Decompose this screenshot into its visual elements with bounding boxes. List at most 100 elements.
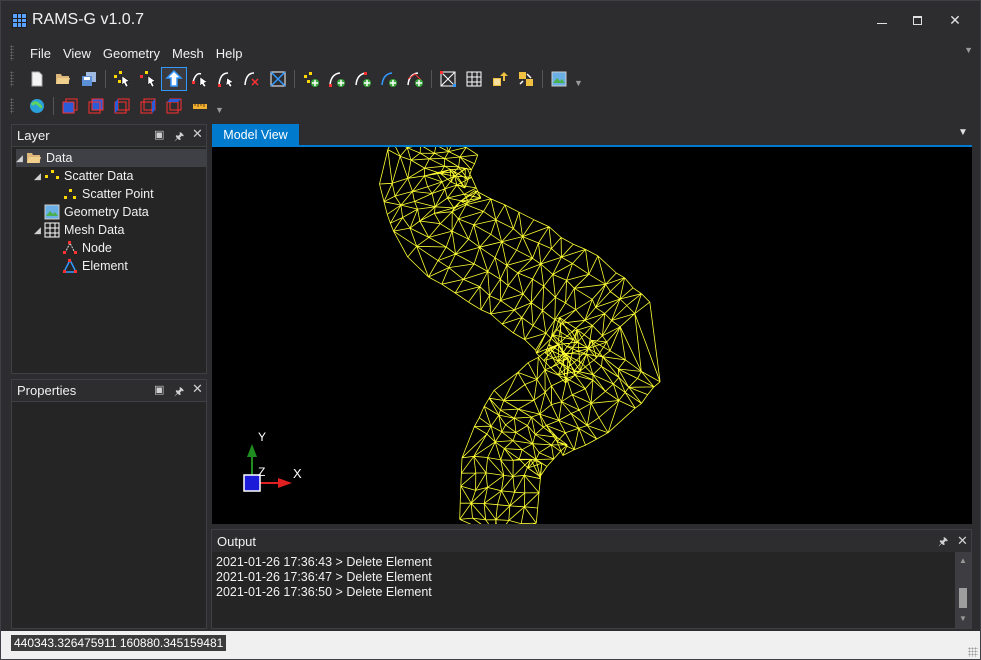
create-arc-b-button[interactable] bbox=[350, 67, 376, 91]
scroll-down-icon[interactable]: ▼ bbox=[955, 612, 971, 626]
tree-item-label: Geometry Data bbox=[64, 205, 149, 219]
log-line: 2021-01-26 17:36:47 > Delete Element bbox=[216, 570, 432, 584]
create-arc-d-button[interactable] bbox=[402, 67, 428, 91]
select-node-button[interactable] bbox=[187, 67, 213, 91]
panel-close-icon[interactable]: ✕ bbox=[192, 381, 203, 397]
toolbar-grip[interactable] bbox=[10, 71, 14, 87]
menu-help[interactable]: Help bbox=[210, 46, 249, 61]
tree-item-element[interactable]: Element bbox=[62, 257, 128, 275]
pin-icon[interactable]: 🖈 bbox=[174, 128, 184, 147]
import-button[interactable] bbox=[487, 67, 513, 91]
output-scrollbar[interactable]: ▲ ▼ bbox=[955, 552, 971, 628]
mesh-canvas[interactable]: Y Z X bbox=[212, 147, 972, 524]
mesh-grid-button[interactable] bbox=[461, 67, 487, 91]
tab-model-view[interactable]: Model View bbox=[212, 124, 299, 146]
properties-panel-title: Properties bbox=[17, 383, 77, 398]
pin-icon[interactable]: 🖈 bbox=[938, 533, 948, 552]
toolbar2-grip[interactable] bbox=[10, 98, 14, 114]
tree-item-data[interactable]: ◢ Data bbox=[16, 149, 206, 167]
axis-label-z: Z bbox=[258, 465, 265, 479]
view-back-button[interactable] bbox=[83, 94, 109, 118]
deselect-point-icon bbox=[140, 71, 156, 88]
title-bar: RAMS-G v1.0.7 ✕ bbox=[1, 1, 980, 39]
view-left-button[interactable] bbox=[109, 94, 135, 118]
tree-item-scatter-point[interactable]: Scatter Point bbox=[62, 185, 154, 203]
deselect-point-button[interactable] bbox=[135, 67, 161, 91]
geometry-image-button[interactable] bbox=[546, 67, 572, 91]
export-icon bbox=[519, 72, 533, 86]
view-top-button[interactable] bbox=[161, 94, 187, 118]
geometry-data-icon bbox=[44, 204, 60, 220]
select-arc-x-button[interactable] bbox=[239, 67, 265, 91]
menu-overflow-icon[interactable]: ▼ bbox=[964, 45, 973, 55]
ruler-icon bbox=[193, 104, 207, 109]
tree-item-label: Mesh Data bbox=[64, 223, 125, 237]
open-file-button[interactable] bbox=[50, 67, 76, 91]
save-button[interactable] bbox=[76, 67, 102, 91]
view-right-button[interactable] bbox=[135, 94, 161, 118]
create-point-button[interactable] bbox=[298, 67, 324, 91]
menu-file[interactable]: File bbox=[24, 46, 57, 61]
mesh-points-button[interactable] bbox=[435, 67, 461, 91]
log-line: 2021-01-26 17:36:43 > Delete Element bbox=[216, 555, 432, 569]
expand-arrow-icon[interactable]: ◢ bbox=[16, 153, 26, 164]
select-point-icon bbox=[114, 71, 130, 88]
minimize-icon bbox=[877, 22, 887, 24]
ruler-button[interactable] bbox=[187, 94, 213, 118]
menu-mesh[interactable]: Mesh bbox=[166, 46, 210, 61]
output-panel-title: Output bbox=[217, 533, 257, 549]
layer-panel: Layer ▣ 🖈 ✕ ◢ Data ◢ Scatter Data Scatte… bbox=[11, 124, 207, 374]
menu-grip[interactable] bbox=[10, 45, 14, 61]
toolbar-overflow-icon[interactable]: ▼ bbox=[574, 78, 583, 88]
expand-arrow-icon[interactable]: ◢ bbox=[34, 225, 44, 236]
tree-item-node[interactable]: Node bbox=[62, 239, 112, 257]
layer-panel-header: Layer ▣ 🖈 ✕ bbox=[12, 125, 206, 146]
scroll-up-icon[interactable]: ▲ bbox=[955, 554, 971, 568]
app-title: RAMS-G v1.0.7 bbox=[32, 11, 145, 28]
properties-body bbox=[12, 401, 206, 628]
globe-button[interactable] bbox=[24, 94, 50, 118]
geometry-image-icon bbox=[551, 71, 567, 87]
scatter-data-icon bbox=[44, 168, 60, 184]
float-icon[interactable]: ▣ bbox=[154, 383, 164, 396]
select-arc-button[interactable] bbox=[213, 67, 239, 91]
properties-panel-header: Properties ▣ 🖈 ✕ bbox=[12, 380, 206, 401]
mesh-data-icon bbox=[44, 222, 60, 238]
select-mesh-icon bbox=[270, 71, 286, 87]
tree-item-label: Node bbox=[82, 241, 112, 255]
minimize-button[interactable] bbox=[865, 5, 899, 35]
maximize-button[interactable] bbox=[900, 5, 934, 35]
panel-close-icon[interactable]: ✕ bbox=[192, 126, 203, 142]
menu-view[interactable]: View bbox=[57, 46, 97, 61]
create-arc-c-button[interactable] bbox=[376, 67, 402, 91]
select-mesh-button[interactable] bbox=[265, 67, 291, 91]
panel-close-icon[interactable]: ✕ bbox=[957, 533, 968, 549]
log-line: 2021-01-26 17:36:50 > Delete Element bbox=[216, 585, 432, 599]
view-front-button[interactable] bbox=[57, 94, 83, 118]
tree-item-mesh-data[interactable]: ◢ Mesh Data bbox=[34, 221, 124, 239]
select-point-button[interactable] bbox=[109, 67, 135, 91]
select-arrow-icon bbox=[165, 70, 183, 87]
tree-item-scatter-data[interactable]: ◢ Scatter Data bbox=[34, 167, 133, 185]
tab-dropdown-icon[interactable]: ▼ bbox=[958, 127, 968, 138]
export-button[interactable] bbox=[513, 67, 539, 91]
create-arc-button[interactable] bbox=[324, 67, 350, 91]
menu-geometry[interactable]: Geometry bbox=[97, 46, 166, 61]
create-arc-c-icon bbox=[381, 72, 397, 87]
float-icon[interactable]: ▣ bbox=[154, 128, 164, 141]
pin-icon[interactable]: 🖈 bbox=[174, 383, 184, 402]
close-button[interactable]: ✕ bbox=[938, 5, 972, 35]
select-arc-x-icon bbox=[244, 72, 259, 86]
resize-grip[interactable] bbox=[968, 647, 978, 657]
model-viewport[interactable]: Y Z X bbox=[212, 147, 972, 524]
scroll-thumb[interactable] bbox=[959, 588, 967, 608]
view-right-icon bbox=[140, 98, 156, 114]
select-arc-icon bbox=[218, 72, 234, 88]
toolbar2-overflow-icon[interactable]: ▼ bbox=[215, 105, 224, 115]
axis-triad: Y Z X bbox=[243, 430, 302, 492]
scatter-point-icon bbox=[62, 186, 78, 202]
new-file-button[interactable] bbox=[24, 67, 50, 91]
select-arrow-button[interactable] bbox=[161, 67, 187, 91]
tree-item-geometry-data[interactable]: Geometry Data bbox=[44, 203, 149, 221]
expand-arrow-icon[interactable]: ◢ bbox=[34, 171, 44, 182]
